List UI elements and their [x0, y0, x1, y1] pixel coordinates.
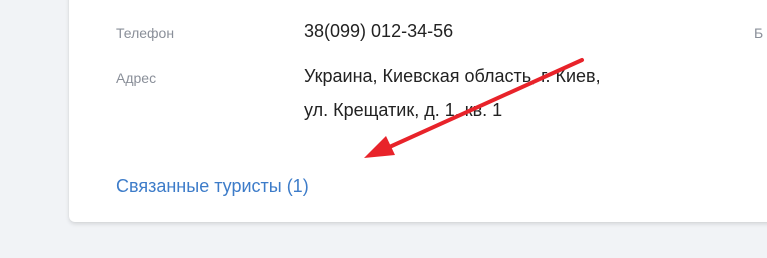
phone-value: 38(099) 012-34-56 [304, 21, 454, 41]
related-tourists-link[interactable]: Связанные туристы (1) [116, 176, 309, 196]
address-line-1: Украина, Киевская область, г. Киев, [304, 66, 601, 86]
address-line-2: ул. Крещатик, д. 1, кв. 1 [304, 100, 503, 120]
phone-label: Телефон [116, 25, 175, 41]
clipped-field-label: Б [754, 25, 764, 41]
address-label: Адрес [116, 70, 157, 86]
